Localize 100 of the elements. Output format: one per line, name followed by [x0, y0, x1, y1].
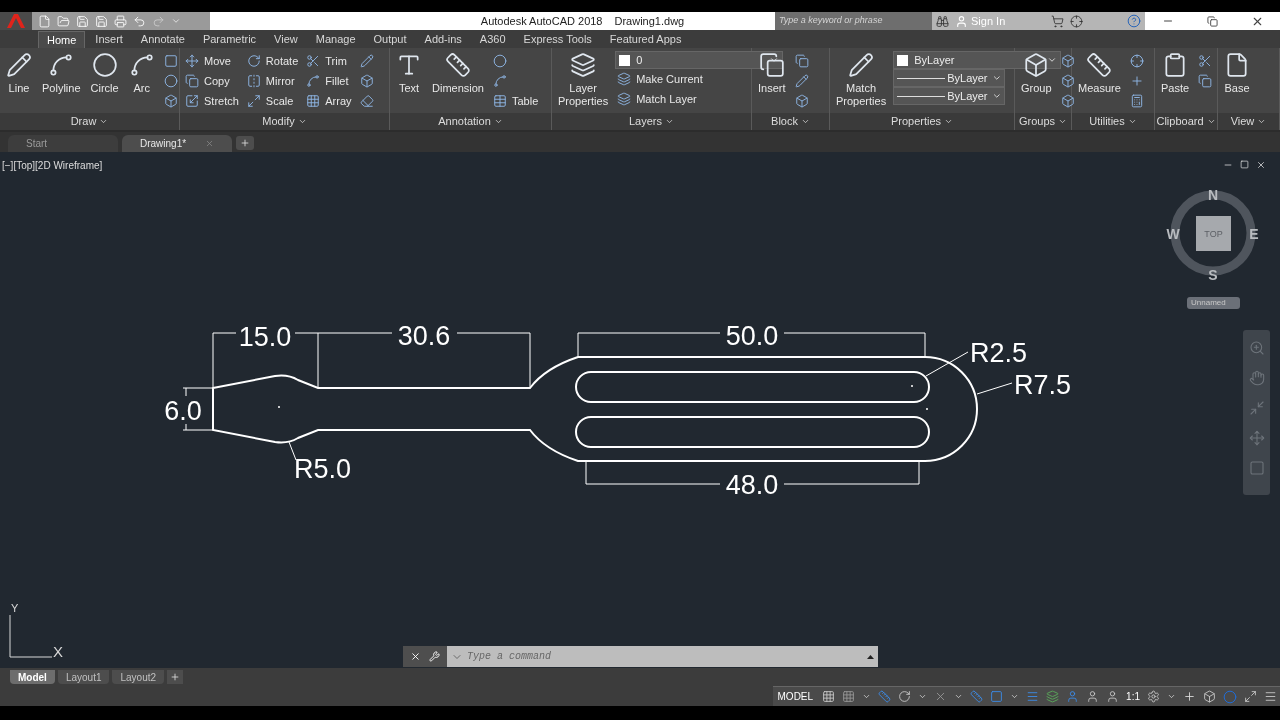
ribbon-tab[interactable]: Add-ins	[416, 31, 470, 48]
dimension-label: 15.0	[238, 322, 292, 352]
line-sample-icon	[897, 77, 946, 79]
tool-button[interactable]: Layer Properties	[555, 48, 612, 113]
tool-button[interactable]: Measure	[1075, 48, 1124, 113]
center-mark	[278, 406, 280, 408]
panel-title[interactable]: Properties	[830, 113, 1014, 130]
app-menu-button[interactable]	[0, 12, 32, 30]
panel-title[interactable]: Block	[752, 113, 829, 130]
tool-button[interactable]: Scale	[244, 91, 301, 111]
search-input[interactable]: Type a keyword or phrase	[779, 14, 928, 28]
panel-title[interactable]: Layers	[552, 113, 751, 130]
tool-button[interactable]: Base	[1221, 48, 1253, 113]
layer-dropdown[interactable]: 0	[615, 51, 784, 69]
drawing-canvas[interactable]: [−][Top][2D Wireframe] 15.0 30.6 50.0 R2.5 R7.5 6.0 R5.0 48.0 N W TOP E S Y X Unnamed Type a command	[0, 152, 1280, 668]
dimension-label: 50.0	[725, 321, 779, 351]
menu-icon	[1264, 690, 1277, 703]
tool-button[interactable]: Copy	[183, 71, 241, 91]
circle-icon	[492, 54, 507, 68]
group-icon	[1060, 54, 1075, 68]
search-field[interactable]: Type a keyword or phrase	[775, 12, 932, 30]
document-tab[interactable]: Drawing1*	[122, 135, 232, 152]
panel-title[interactable]: Clipboard	[1155, 113, 1217, 130]
panel-title[interactable]: Groups	[1015, 113, 1071, 130]
new-tab-button[interactable]	[236, 136, 254, 150]
print-icon	[114, 14, 127, 28]
linetype-dropdown[interactable]: ByLayer	[893, 87, 1006, 105]
plus-icon	[1183, 690, 1196, 703]
cube-icon	[359, 74, 374, 88]
line-sample-icon	[897, 95, 946, 97]
eraser-icon	[359, 94, 374, 108]
tool-button[interactable]: Match Properties	[833, 48, 890, 113]
caret-icon	[1167, 692, 1176, 701]
table-icon	[492, 94, 507, 108]
leader-line	[976, 382, 1013, 395]
ribbon-tab[interactable]: Output	[365, 31, 415, 48]
caret-icon	[665, 117, 674, 126]
caret-icon	[1257, 117, 1267, 126]
ribbon-tab[interactable]: Express Tools	[515, 31, 600, 48]
tool-button[interactable]: Move	[183, 51, 241, 71]
ribbon-tab[interactable]: View	[266, 31, 306, 48]
caret-icon	[171, 16, 181, 26]
help-icon	[1127, 14, 1141, 28]
tool-button[interactable]: Mirror	[244, 71, 301, 91]
scale-dropdown[interactable]: 1:1	[1126, 689, 1140, 704]
trim-icon	[306, 54, 321, 68]
new-layout-button[interactable]	[167, 670, 184, 684]
layer-dropdown[interactable]: ByLayer	[893, 51, 1062, 69]
ribbon-tab[interactable]: Manage	[307, 31, 364, 48]
linetype-dropdown[interactable]: ByLayer	[893, 69, 1006, 87]
file-name: Drawing1.dwg	[614, 13, 685, 29]
layout-tab[interactable]: Layout1	[57, 670, 110, 684]
snap-icon	[842, 690, 856, 703]
caret-icon	[1206, 117, 1216, 126]
panel-title[interactable]: Modify	[180, 113, 389, 130]
dimension-label: R7.5	[1014, 370, 1072, 400]
plus-icon	[240, 138, 250, 148]
new-file-icon	[38, 14, 51, 28]
panel-title[interactable]: Draw	[0, 113, 179, 130]
caret-icon	[1127, 117, 1137, 126]
tool-button[interactable]: Stretch	[183, 91, 241, 111]
panel-title[interactable]: Utilities	[1072, 113, 1154, 130]
ribbon-tab[interactable]: Featured Apps	[601, 31, 690, 48]
document-tab[interactable]: Start	[8, 135, 118, 152]
close-button[interactable]	[409, 650, 422, 663]
caret-icon	[991, 91, 1002, 101]
ribbon-tab[interactable]: A360	[471, 31, 514, 48]
close-icon	[410, 651, 421, 662]
command-input[interactable]: Type a command	[467, 649, 863, 664]
tool-button[interactable]: Array	[304, 91, 354, 111]
layout-tab[interactable]: Model	[10, 670, 55, 684]
tool-button[interactable]: Fillet	[304, 71, 354, 91]
ucs-x-label: X	[53, 643, 63, 660]
command-field[interactable]: Type a command	[447, 646, 878, 667]
tool-button[interactable]: Line	[3, 48, 35, 113]
ribbon-tab[interactable]: Insert	[87, 31, 131, 48]
tool-button[interactable]: Polyline	[39, 48, 84, 113]
caret-icon	[493, 117, 503, 126]
layout-tab[interactable]: Layout2	[112, 670, 165, 684]
color-swatch	[897, 54, 909, 66]
panel-title[interactable]: Annotation	[390, 113, 551, 130]
panel-title[interactable]: View	[1218, 113, 1279, 130]
tool-button[interactable]: Rotate	[244, 51, 301, 71]
ribbon-tab[interactable]: Annotate	[132, 31, 193, 48]
fullscreen-icon	[1244, 690, 1257, 703]
tool-button[interactable]: Dimension	[429, 48, 487, 113]
tool-button[interactable]: Arc	[125, 48, 158, 113]
tool-button[interactable]: Circle	[87, 48, 122, 113]
tool-button[interactable]: Paste	[1158, 48, 1193, 113]
tool-button[interactable]: Table	[490, 91, 541, 111]
ucs-y-label: Y	[11, 602, 19, 614]
object-snap-icon	[990, 690, 1004, 703]
cut-icon	[1198, 54, 1213, 68]
ribbon-tab[interactable]: Parametric	[194, 31, 265, 48]
customize-button[interactable]	[428, 650, 441, 663]
tool-button[interactable]: Trim	[304, 51, 354, 71]
viewport-controls[interactable]: [−][Top][2D Wireframe]	[2, 158, 103, 173]
tool-button[interactable]: Text	[393, 48, 425, 113]
model-space-button[interactable]: MODEL	[775, 689, 816, 704]
ribbon-tab[interactable]: Home	[38, 31, 86, 48]
